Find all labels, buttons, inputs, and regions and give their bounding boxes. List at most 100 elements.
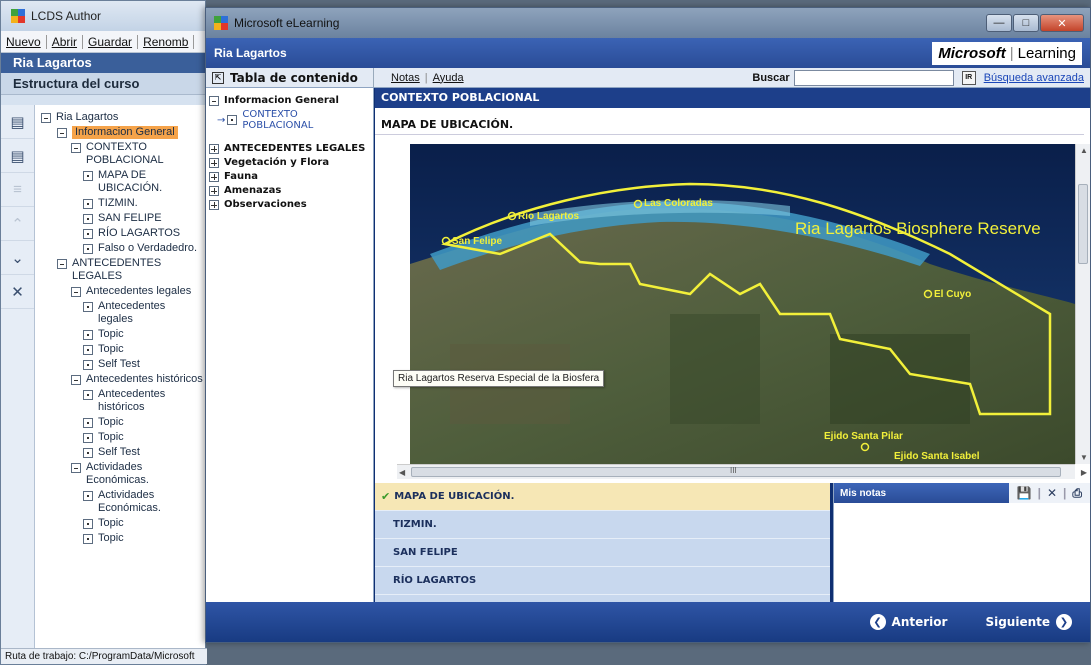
tree-node-label: Antecedentes legales [86,285,192,297]
page-node-icon [83,418,93,428]
toc-item-label: ANTECEDENTES LEGALES [224,143,366,154]
collapse-icon[interactable] [57,259,67,269]
collapse-icon[interactable] [71,375,81,385]
page-list-item[interactable]: RÍO LAGARTOS [375,567,830,595]
tree-node-label: Self Test [98,358,140,370]
app-logo-icon [11,9,25,23]
toc-item[interactable]: Fauna [209,171,370,182]
move-up-icon[interactable]: ⌃ [1,207,34,241]
advanced-search-link[interactable]: Búsqueda avanzada [984,72,1090,84]
toc-heading[interactable]: ⇱ Tabla de contenido [206,68,374,87]
delete-note-icon[interactable]: ✕ [1047,486,1057,500]
tree-node[interactable]: Antecedentes legales [35,300,203,326]
search-input[interactable] [793,69,954,86]
add-topic-icon[interactable]: ▤ [1,105,34,139]
map-horizontal-scroll-thumb[interactable]: III [411,466,1061,477]
map-vertical-scrollbar[interactable]: ▲ ▼ [1075,144,1090,464]
close-icon[interactable]: ✕ [1040,14,1084,32]
tree-node[interactable]: MAPA DE UBICACIÓN. [35,169,203,195]
collapse-icon[interactable] [41,113,51,123]
tree-node-label: Ria Lagartos [56,111,119,123]
expand-icon[interactable] [209,171,219,182]
toc-item[interactable]: ANTECEDENTES LEGALES [209,143,370,154]
menu-nuevo[interactable]: Nuevo [1,34,47,49]
tree-node[interactable]: Topic [35,517,203,530]
map-vertical-scroll-thumb[interactable] [1078,184,1088,264]
author-status-bar: Ruta de trabajo: C:/ProgramData/Microsof… [1,648,207,664]
page-node-icon [83,448,93,458]
author-title-bar[interactable]: LCDS Author [1,1,205,31]
section-title-bar: CONTEXTO POBLACIONAL [375,88,1090,108]
tree-node[interactable]: CONTEXTO POBLACIONAL [35,141,203,167]
tree-node[interactable]: TIZMIN. [35,197,203,210]
delete-icon[interactable]: ✕ [1,275,34,309]
page-list-item[interactable]: SAN FELIPE [375,539,830,567]
help-link[interactable]: Ayuda [428,72,469,84]
tree-node[interactable]: Informacion General [35,126,203,139]
elearning-title-bar[interactable]: Microsoft eLearning — □ ✕ [206,8,1090,38]
next-button[interactable]: Siguiente ❯ [979,614,1072,630]
scroll-grip: III [730,466,737,475]
indent-icon[interactable]: ≡ [1,173,34,207]
tree-node[interactable]: Topic [35,328,203,341]
expand-icon[interactable] [209,185,219,196]
tree-node-label: Informacion General [72,126,178,139]
map-label-rio-lagartos: Rio Lagartos [518,211,580,222]
toc-item[interactable]: Observaciones [209,199,370,210]
collapse-icon[interactable] [57,128,67,138]
collapse-icon[interactable] [71,287,81,297]
toc-toggle-icon[interactable]: ⇱ [212,71,224,84]
tree-node[interactable]: Falso o Verdadedro. [35,242,203,255]
tree-node[interactable]: Actividades Económicas. [35,489,203,515]
map-label-las-coloradas: Las Coloradas [644,198,713,209]
page-node-icon[interactable] [227,115,238,125]
toc-item[interactable]: Vegetación y Flora [209,157,370,168]
menu-renombrar[interactable]: Renomb [138,34,195,49]
collapse-icon[interactable] [71,463,81,473]
minimize-icon[interactable]: — [986,14,1012,32]
expand-icon[interactable] [209,199,219,210]
tree-node[interactable]: Topic [35,431,203,444]
navigation-footer: ❮ Anterior Siguiente ❯ [206,602,1090,642]
previous-button[interactable]: ❮ Anterior [869,614,954,630]
page-node-icon [83,229,93,239]
tree-node[interactable]: Antecedentes legales [35,285,203,298]
tree-node[interactable]: Topic [35,416,203,429]
tree-node[interactable]: Topic [35,532,203,545]
expand-icon[interactable] [209,143,219,154]
maximize-icon[interactable]: □ [1013,14,1039,32]
tree-node[interactable]: SAN FELIPE [35,212,203,225]
tree-node[interactable]: ANTECEDENTES LEGALES [35,257,203,283]
tree-node[interactable]: Antecedentes históricos [35,373,203,386]
toc-item[interactable]: → CONTEXTO POBLACIONAL [217,109,370,131]
expand-icon[interactable] [209,157,219,168]
search-go-button[interactable]: IR [961,70,976,85]
page-list-item[interactable]: TIZMIN. [375,511,830,539]
move-down-icon[interactable]: ⌄ [1,241,34,275]
page-list-item-label: RÍO LAGARTOS [393,575,477,586]
notes-link[interactable]: Notas [386,72,425,84]
collapse-icon[interactable] [209,95,219,106]
toc-item[interactable]: Informacion General [209,95,370,106]
page-node-icon [83,345,93,355]
map-horizontal-scrollbar[interactable]: ◀ III ▶ [397,464,1087,479]
tree-node[interactable]: Self Test [35,446,203,459]
elearning-window-title: Microsoft eLearning [234,16,340,30]
save-note-icon[interactable]: 💾 [1017,486,1032,500]
tree-node[interactable]: Topic [35,343,203,356]
course-structure-heading: Estructura del curso [1,73,205,95]
tree-node[interactable]: RÍO LAGARTOS [35,227,203,240]
tree-node[interactable]: Actividades Económicas. [35,461,203,487]
toc-item-label: Observaciones [224,199,307,210]
collapse-icon[interactable] [71,143,81,153]
print-note-icon[interactable]: ⎙ [1072,486,1082,501]
tree-node[interactable]: Antecedentes históricos [35,388,203,414]
tree-node[interactable]: Self Test [35,358,203,371]
toc-item[interactable]: Amenazas [209,185,370,196]
lcds-author-window: LCDS Author Nuevo Abrir Guardar Renomb R… [0,0,207,665]
menu-abrir[interactable]: Abrir [47,34,84,49]
page-list-item[interactable]: ✔ MAPA DE UBICACIÓN. [375,483,830,511]
menu-guardar[interactable]: Guardar [83,34,139,49]
tree-node[interactable]: Ria Lagartos [35,111,203,124]
add-page-icon[interactable]: ▤ [1,139,34,173]
